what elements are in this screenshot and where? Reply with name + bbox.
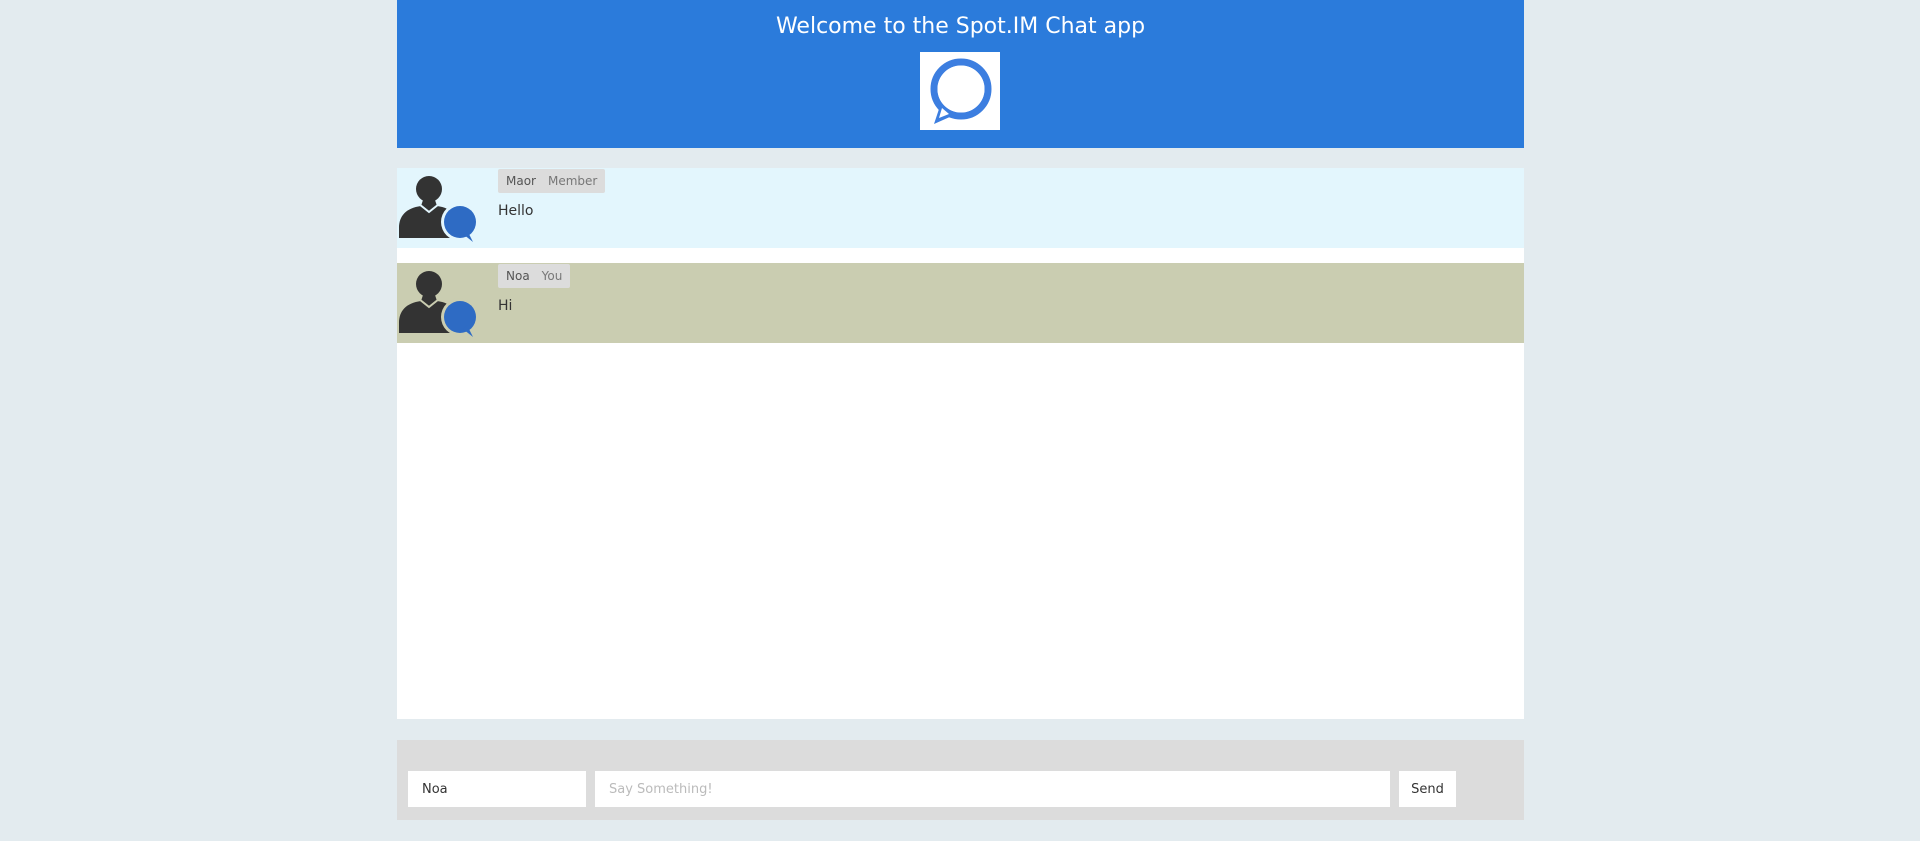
message-item: Noa You Hi (397, 263, 1524, 343)
chat-app: Welcome to the Spot.IM Chat app Maor Mem… (397, 0, 1524, 841)
sender-role: Member (547, 174, 598, 188)
message-input[interactable] (595, 771, 1390, 807)
composer: Send (397, 740, 1524, 820)
message-text: Hi (498, 298, 513, 314)
sender-name: Noa (506, 269, 530, 283)
message-meta: Noa You (498, 264, 571, 288)
message-meta: Maor Member (498, 169, 606, 193)
page-title: Welcome to the Spot.IM Chat app (775, 14, 1146, 39)
sender-name: Maor (506, 174, 536, 188)
user-chat-icon (397, 168, 477, 248)
message-text: Hello (498, 203, 534, 219)
chat-bubble-icon (920, 52, 1000, 130)
send-button[interactable]: Send (1399, 771, 1456, 807)
sender-role: You (541, 269, 563, 283)
message-item: Maor Member Hello (397, 168, 1524, 248)
header: Welcome to the Spot.IM Chat app (397, 0, 1524, 148)
message-list[interactable]: Maor Member Hello Noa You Hi (397, 168, 1524, 719)
name-input[interactable] (408, 771, 586, 807)
user-chat-icon (397, 263, 477, 343)
